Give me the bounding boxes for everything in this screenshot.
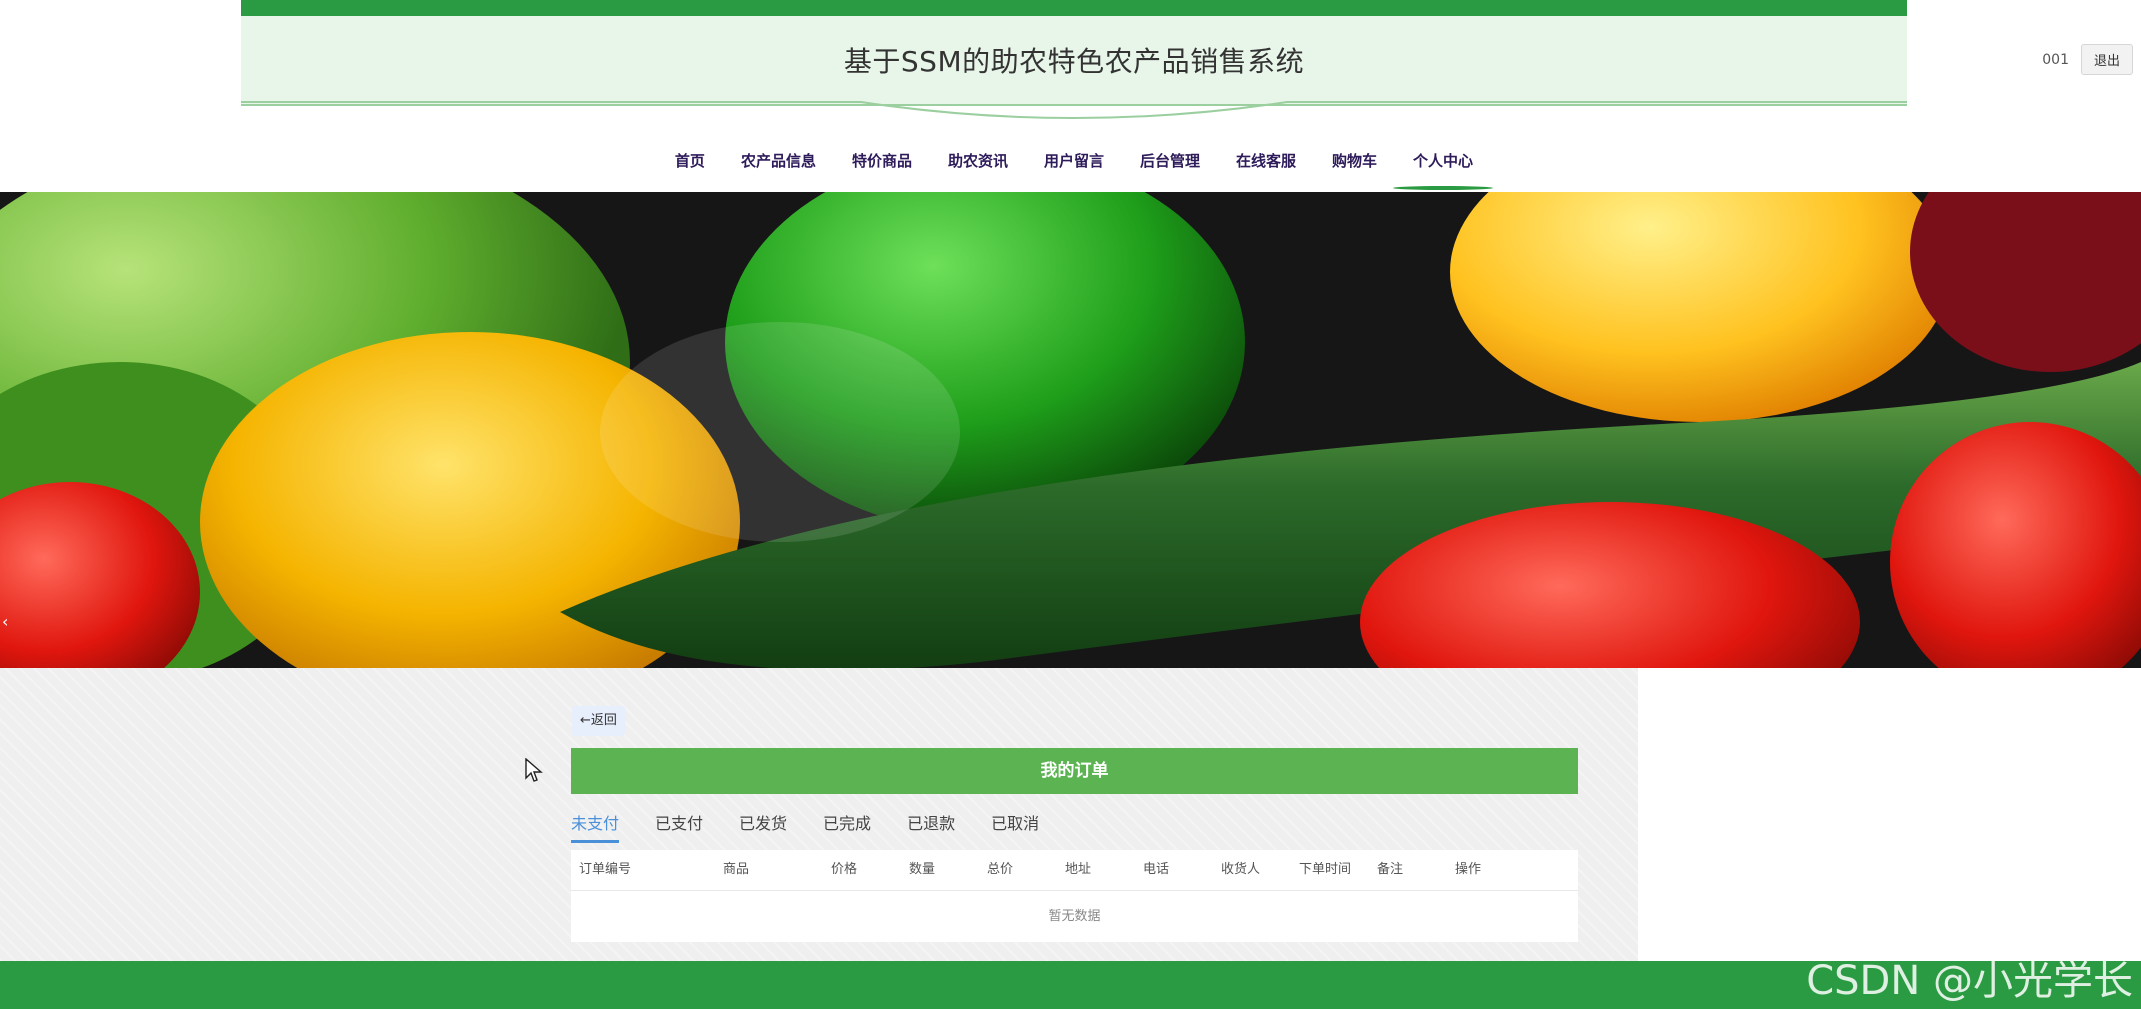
orders-title-bar: 我的订单	[571, 748, 1578, 794]
nav-item-specials[interactable]: 特价商品	[834, 138, 930, 184]
column-remark: 备注	[1377, 862, 1404, 877]
nav-item-home[interactable]: 首页	[657, 138, 723, 184]
tab-cancelled[interactable]: 已取消	[991, 810, 1039, 843]
column-product: 商品	[723, 862, 750, 877]
nav-item-messages[interactable]: 用户留言	[1026, 138, 1122, 184]
header-banner: 基于SSM的助农特色农产品销售系统	[241, 16, 1907, 119]
hero-carousel: ‹	[0, 192, 2141, 668]
site-header: 基于SSM的助农特色农产品销售系统 首页 农产品信息 特价商品 助农资讯 用户留…	[241, 0, 1907, 190]
column-recipient: 收货人	[1221, 862, 1261, 877]
tab-unpaid[interactable]: 未支付	[571, 810, 620, 843]
carousel-prev-arrow[interactable]: ‹	[0, 612, 10, 631]
column-actions: 操作	[1455, 862, 1482, 877]
empty-state: 暂无数据	[1048, 909, 1101, 924]
nav-item-profile[interactable]: 个人中心	[1393, 138, 1494, 190]
tab-completed[interactable]: 已完成	[823, 810, 871, 843]
watermark-text: CSDN @小光学长	[1806, 958, 2133, 1004]
order-status-tabs: 未支付 已支付 已发货 已完成 已退款 已取消	[571, 810, 1075, 843]
nav-item-admin[interactable]: 后台管理	[1122, 138, 1218, 184]
tab-shipped[interactable]: 已发货	[739, 810, 787, 843]
nav-item-support[interactable]: 在线客服	[1218, 138, 1314, 184]
column-total: 总价	[987, 862, 1014, 877]
column-order-number: 订单编号	[579, 862, 632, 877]
column-address: 地址	[1065, 862, 1092, 877]
column-price: 价格	[831, 862, 858, 877]
column-order-time: 下单时间	[1299, 862, 1352, 877]
header-curve-decoration	[241, 101, 1907, 119]
user-name: 001	[2042, 51, 2069, 68]
nav-item-products[interactable]: 农产品信息	[723, 138, 834, 184]
table-header: 订单编号 商品 价格 数量 总价 地址 电话 收货人 下单时间 备注 操作	[571, 850, 1578, 891]
tab-paid[interactable]: 已支付	[655, 810, 703, 843]
user-box: 001 退出	[2042, 44, 2133, 75]
back-button[interactable]: ←返回	[572, 706, 625, 736]
column-phone: 电话	[1143, 862, 1170, 877]
main-nav: 首页 农产品信息 特价商品 助农资讯 用户留言 后台管理 在线客服 购物车 个人…	[241, 138, 1907, 190]
header-top-bar	[241, 0, 1907, 16]
vegetables-banner-image	[0, 192, 2141, 668]
site-title: 基于SSM的助农特色农产品销售系统	[843, 45, 1305, 78]
orders-table: 订单编号 商品 价格 数量 总价 地址 电话 收货人 下单时间 备注 操作 暂无…	[571, 850, 1578, 942]
nav-item-news[interactable]: 助农资讯	[930, 138, 1026, 184]
nav-item-cart[interactable]: 购物车	[1314, 138, 1395, 184]
column-quantity: 数量	[909, 862, 936, 877]
mouse-cursor-icon	[525, 758, 543, 782]
logout-button[interactable]: 退出	[2080, 44, 2133, 75]
tab-refunded[interactable]: 已退款	[907, 810, 955, 843]
